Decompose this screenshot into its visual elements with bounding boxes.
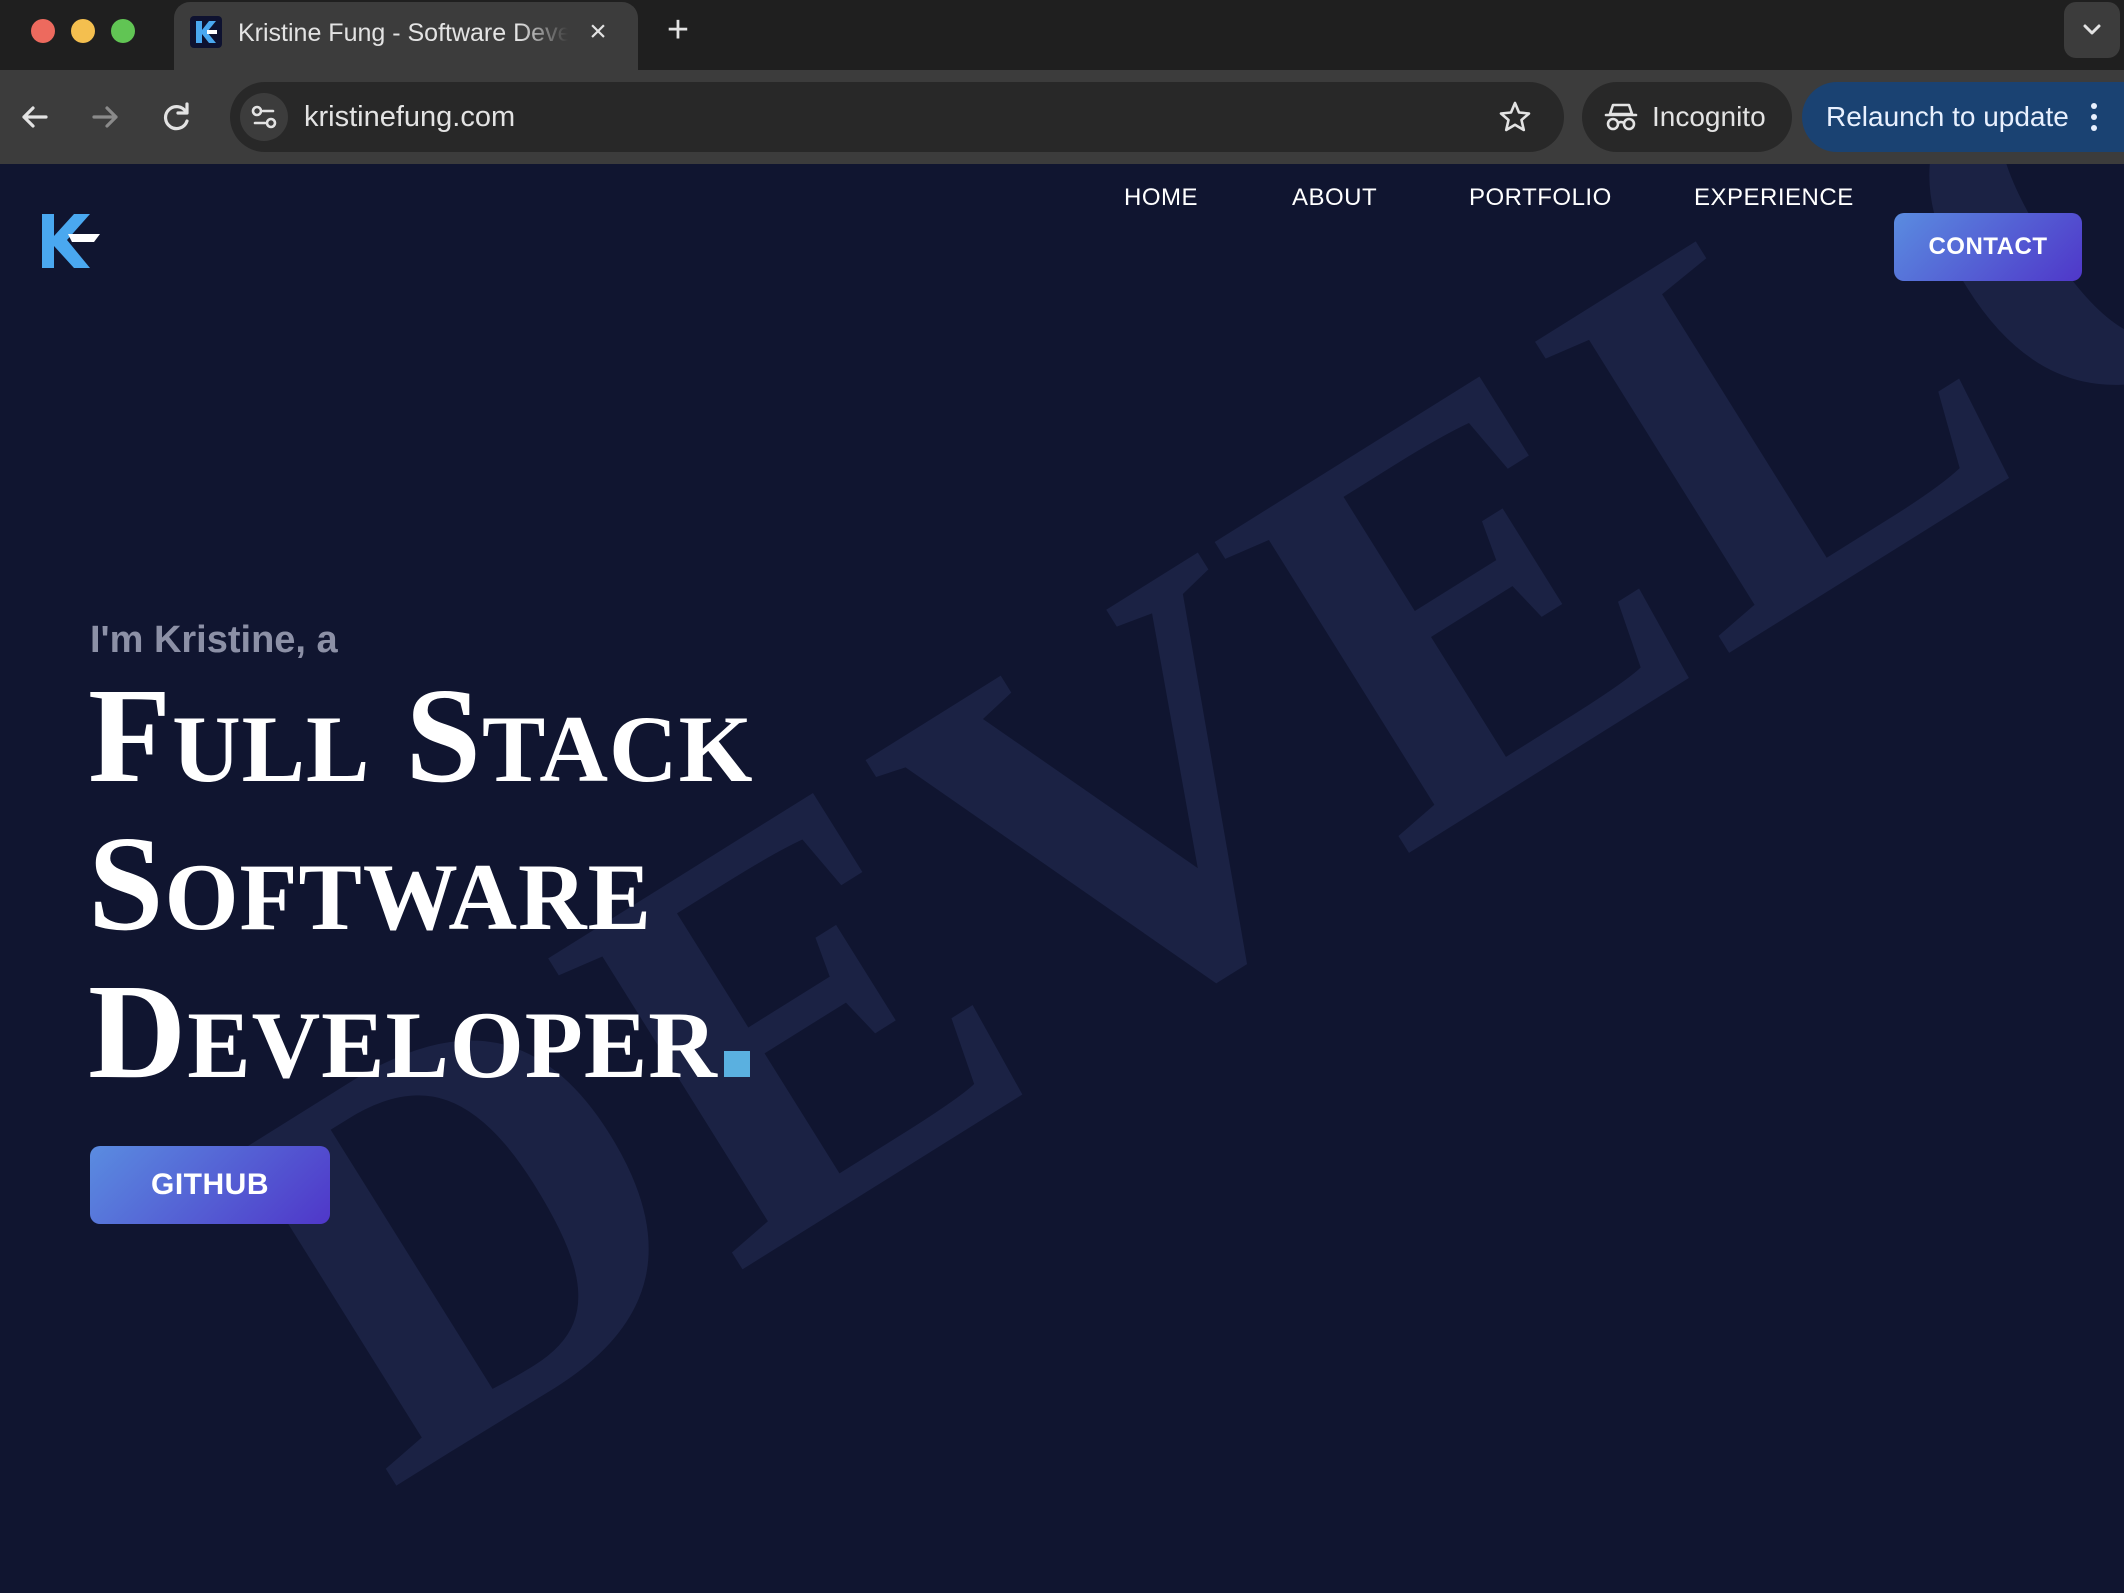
close-tab-icon[interactable]: × [582,16,614,48]
arrow-left-icon [22,106,48,128]
relaunch-to-update-button[interactable]: Relaunch to update [1802,82,2124,152]
tab-title: Kristine Fung - Software Developer [238,19,568,47]
minimize-window-button[interactable] [71,19,95,43]
k-logo-icon [42,214,100,268]
star-icon [1499,101,1531,132]
chevron-down-icon [2083,24,2101,35]
incognito-icon [1604,103,1638,131]
nav-about[interactable]: ABOUT [1292,164,1377,232]
kebab-menu-icon[interactable] [2084,99,2104,135]
incognito-label: Incognito [1652,101,1766,132]
hero-intro: I'm Kristine, a [90,619,338,661]
nav-experience[interactable]: EXPERIENCE [1694,164,1854,232]
bookmark-star-button[interactable] [1496,98,1534,136]
browser-toolbar: kristinefung.com Incognito Relaunch to u… [0,70,2124,164]
headline-line-3-text: Developer [88,957,718,1107]
forward-button[interactable] [80,92,130,142]
url-text[interactable]: kristinefung.com [304,99,515,135]
site-logo[interactable] [38,212,104,272]
github-button[interactable]: GITHUB [90,1146,330,1224]
site-info-button[interactable] [240,93,288,141]
close-window-button[interactable] [31,19,55,43]
reload-icon [164,102,189,131]
relaunch-label: Relaunch to update [1826,101,2069,132]
tune-icon [251,105,277,129]
browser-tab[interactable]: Kristine Fung - Software Developer × [174,2,638,70]
arrow-right-icon [92,106,118,128]
headline-line-1: Full Stack [88,661,754,811]
nav-home[interactable]: HOME [1124,164,1198,232]
browser-tab-strip: Kristine Fung - Software Developer × + [0,0,2124,70]
nav-portfolio[interactable]: PORTFOLIO [1469,164,1612,232]
page-content: DEVELOPER HOME ABOUT PORTFOLIO EXPERIENC… [0,164,2124,1593]
maximize-window-button[interactable] [111,19,135,43]
site-favicon-icon [190,16,222,48]
address-bar[interactable]: kristinefung.com [230,82,1564,152]
headline-line-2: Software [88,809,652,959]
reload-button[interactable] [152,92,202,142]
back-button[interactable] [10,92,60,142]
accent-dot [723,1051,750,1077]
tab-search-button[interactable] [2064,2,2120,58]
contact-button[interactable]: CONTACT [1894,213,2082,281]
headline-line-3: Developer [88,958,750,1106]
new-tab-icon[interactable]: + [660,11,696,49]
incognito-indicator[interactable]: Incognito [1582,82,1792,152]
